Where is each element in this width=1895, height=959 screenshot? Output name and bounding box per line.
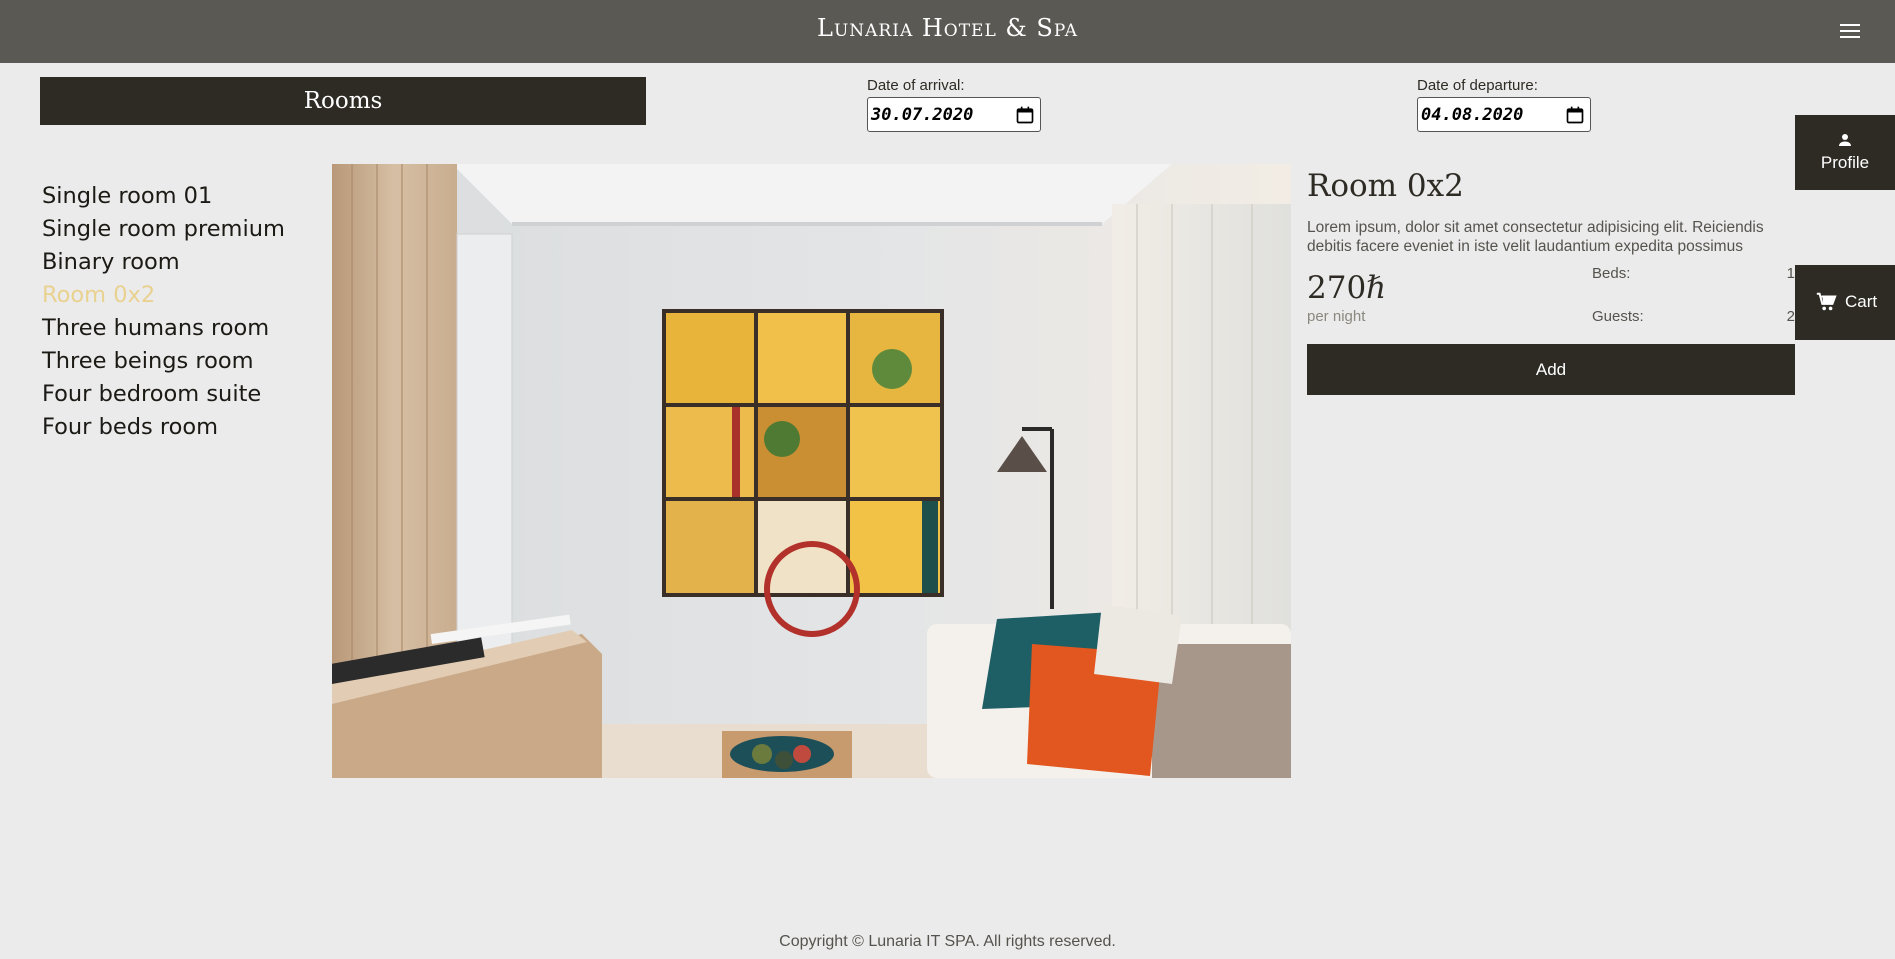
arrival-date-label: Date of arrival: (867, 77, 965, 94)
profile-button[interactable]: Profile (1795, 115, 1895, 190)
guests-label: Guests: (1592, 308, 1644, 325)
add-to-cart-button[interactable]: Add (1307, 344, 1795, 395)
room-list-item[interactable]: Single room premium (42, 213, 285, 246)
room-list: Single room 01 Single room premium Binar… (42, 180, 285, 444)
room-title: Room 0x2 (1307, 168, 1464, 204)
departure-date-label: Date of departure: (1417, 77, 1538, 94)
departure-date-value: 04.08.2020 (1421, 104, 1524, 125)
beds-value: 1 (1786, 265, 1795, 282)
price-row: 270ℏ per night Beds: 1 Guests: 2 (1307, 262, 1795, 336)
price-unit: per night (1307, 308, 1366, 325)
person-icon (1839, 134, 1851, 146)
brand-title[interactable]: Lunaria Hotel & Spa (0, 14, 1895, 42)
room-detail: Room 0x2 Lorem ipsum, dolor sit amet con… (1307, 164, 1795, 395)
rooms-heading: Rooms (40, 77, 646, 125)
room-description: Lorem ipsum, dolor sit amet consectetur … (1307, 219, 1764, 255)
cart-button[interactable]: Cart (1795, 265, 1895, 340)
room-list-item[interactable]: Three humans room (42, 312, 285, 345)
beds-label: Beds: (1592, 265, 1631, 282)
footer-copyright: Copyright © Lunaria IT SPA. All rights r… (779, 933, 1116, 950)
calendar-icon[interactable] (1015, 105, 1035, 125)
room-list-item[interactable]: Binary room (42, 246, 285, 279)
top-bar: Lunaria Hotel & Spa (0, 0, 1895, 63)
room-price: 270ℏ (1307, 270, 1387, 306)
arrival-date-input[interactable]: 30.07.2020 (867, 97, 1041, 132)
cart-icon (1816, 292, 1837, 311)
menu-icon[interactable] (1838, 20, 1862, 42)
arrival-date-value: 30.07.2020 (871, 104, 974, 125)
room-list-item[interactable]: Four bedroom suite (42, 378, 285, 411)
departure-date-input[interactable]: 04.08.2020 (1417, 97, 1591, 132)
calendar-icon[interactable] (1565, 105, 1585, 125)
room-list-item[interactable]: Three beings room (42, 345, 285, 378)
guests-value: 2 (1786, 308, 1795, 325)
room-photo (332, 164, 1291, 778)
profile-label: Profile (1820, 153, 1870, 172)
arrival-date-group: Date of arrival: 30.07.2020 (867, 77, 1041, 132)
room-list-item[interactable]: Four beds room (42, 411, 285, 444)
room-list-item[interactable]: Single room 01 (42, 180, 285, 213)
cart-label: Cart (1845, 292, 1878, 311)
room-list-item-active[interactable]: Room 0x2 (42, 279, 285, 312)
departure-date-group: Date of departure: 04.08.2020 (1417, 77, 1591, 132)
